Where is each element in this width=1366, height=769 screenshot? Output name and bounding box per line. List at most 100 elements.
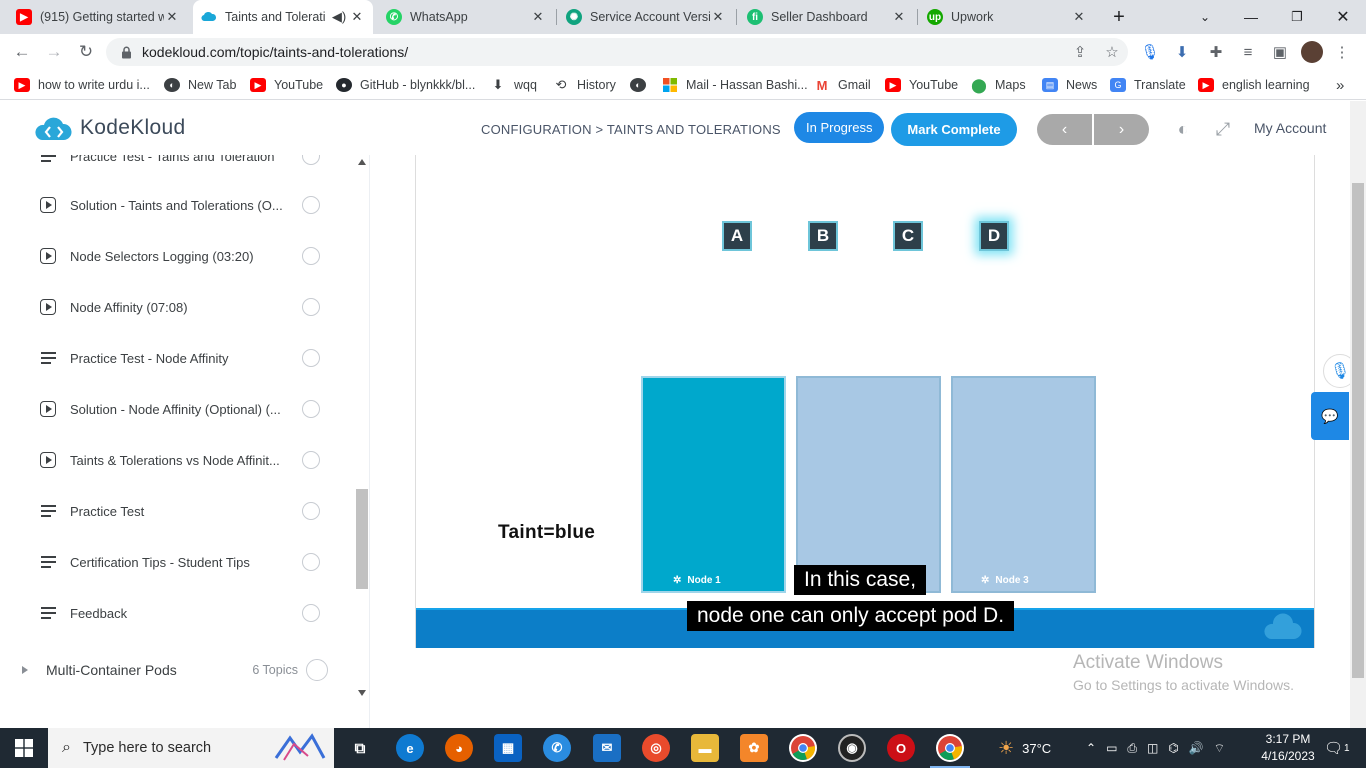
- store-icon[interactable]: ▦: [494, 734, 522, 762]
- bookmark-item[interactable]: ⟲ History: [553, 75, 616, 95]
- share-icon[interactable]: ⇪: [1068, 38, 1092, 66]
- close-window-button[interactable]: ✕: [1320, 0, 1366, 34]
- completion-circle[interactable]: [302, 196, 320, 214]
- notification-center-icon[interactable]: 🗨 1: [1324, 728, 1350, 768]
- camera-app-icon[interactable]: ◉: [838, 734, 866, 762]
- phone-app-icon[interactable]: ✆: [543, 734, 571, 762]
- side-panel-icon[interactable]: ▣: [1268, 38, 1292, 66]
- back-button[interactable]: ←: [8, 38, 36, 66]
- bookmark-item[interactable]: ▶ how to write urdu i...: [14, 75, 150, 95]
- sidebar-scrollbar[interactable]: [355, 155, 369, 728]
- file-explorer-icon[interactable]: ▬: [691, 734, 719, 762]
- completion-circle[interactable]: [302, 155, 320, 165]
- module-multi-container-pods[interactable]: Multi-Container Pods 6 Topics: [18, 653, 328, 687]
- bookmark-item[interactable]: ▤ News: [1042, 75, 1097, 95]
- lesson-item[interactable]: Node Selectors Logging (03:20): [38, 241, 328, 271]
- mic-extension-icon[interactable]: 🎙: [1138, 38, 1162, 66]
- lesson-item[interactable]: Practice Test - Node Affinity: [38, 343, 328, 373]
- tab-whatsapp[interactable]: ✆ WhatsApp ✕: [378, 0, 554, 34]
- bookmark-item[interactable]: ⬤ Maps: [971, 75, 1025, 95]
- lesson-item[interactable]: Practice Test - Taints and Toleration: [38, 155, 328, 171]
- chrome-icon[interactable]: [789, 734, 817, 762]
- close-icon[interactable]: ✕: [349, 9, 365, 25]
- completion-circle[interactable]: [306, 659, 328, 681]
- taskbar-clock[interactable]: 3:17 PM 4/16/2023: [1258, 731, 1318, 765]
- close-icon[interactable]: ✕: [891, 9, 907, 25]
- close-icon[interactable]: ✕: [530, 9, 546, 25]
- restore-button[interactable]: ❐: [1274, 0, 1320, 34]
- minimize-button[interactable]: —: [1228, 0, 1274, 34]
- scrollbar-thumb[interactable]: [356, 489, 368, 589]
- weather-widget[interactable]: ☀ 37°C: [998, 728, 1051, 768]
- completion-circle[interactable]: [302, 451, 320, 469]
- completion-circle[interactable]: [302, 553, 320, 571]
- download-extension-icon[interactable]: ⬇: [1170, 38, 1194, 66]
- tab-youtube[interactable]: ▶ (915) Getting started w ✕: [8, 0, 188, 34]
- bookmark-item[interactable]: ▶ YouTube: [250, 75, 323, 95]
- mail-icon[interactable]: ✉: [593, 734, 621, 762]
- tab-search-icon[interactable]: ⌄: [1182, 0, 1228, 34]
- chat-icon[interactable]: 💬: [1311, 392, 1349, 440]
- my-account-link[interactable]: My Account: [1254, 120, 1326, 136]
- bookmark-item[interactable]: ▶ YouTube: [885, 75, 958, 95]
- reload-button[interactable]: ↻: [72, 38, 100, 66]
- previous-lesson-button[interactable]: ‹: [1037, 114, 1092, 145]
- scrollbar-thumb[interactable]: [1352, 183, 1364, 678]
- bookmark-star-icon[interactable]: ☆: [1100, 38, 1124, 66]
- reading-list-icon[interactable]: ≡: [1236, 38, 1260, 66]
- bookmark-item[interactable]: Mail - Hassan Bashi...: [662, 75, 808, 95]
- chrome-active-icon[interactable]: [936, 734, 964, 762]
- completion-circle[interactable]: [302, 349, 320, 367]
- tab-service-account[interactable]: ✺ Service Account Versic ✕: [558, 0, 734, 34]
- volume-icon[interactable]: 🔊: [1189, 741, 1204, 755]
- bookmark-item[interactable]: ● GitHub - blynkkk/bl...: [336, 75, 475, 95]
- firefox-icon[interactable]: ◕: [445, 734, 473, 762]
- completion-circle[interactable]: [302, 604, 320, 622]
- lesson-item[interactable]: Practice Test: [38, 496, 328, 526]
- next-lesson-button[interactable]: ›: [1094, 114, 1149, 145]
- forward-button[interactable]: →: [40, 38, 68, 66]
- lesson-item[interactable]: Feedback: [38, 598, 328, 628]
- wifi-tray-icon[interactable]: ⌬: [1168, 741, 1178, 755]
- page-scrollbar[interactable]: [1350, 101, 1366, 728]
- lesson-item[interactable]: Solution - Node Affinity (Optional) (...: [38, 394, 328, 424]
- tab-seller-dashboard[interactable]: fi Seller Dashboard ✕: [739, 0, 915, 34]
- video-player[interactable]: A B C D ✲ Node 1 ✲ Node 3 Taint=blue In th…: [415, 155, 1315, 648]
- close-icon[interactable]: ✕: [1071, 9, 1087, 25]
- bookmarks-overflow-icon[interactable]: »: [1336, 75, 1344, 95]
- lesson-item[interactable]: Certification Tips - Student Tips: [38, 547, 328, 577]
- fullscreen-icon[interactable]: ⤢: [1210, 116, 1236, 142]
- task-view-icon[interactable]: ⧉: [346, 734, 374, 762]
- mute-icon[interactable]: ◀): [329, 9, 349, 25]
- bookmark-item[interactable]: ◐: [630, 75, 654, 95]
- extensions-icon[interactable]: ✚: [1204, 38, 1228, 66]
- tab-upwork[interactable]: up Upwork ✕: [919, 0, 1095, 34]
- lock-icon[interactable]: [118, 44, 134, 60]
- battery-icon[interactable]: ▭: [1106, 741, 1117, 755]
- completion-circle[interactable]: [302, 298, 320, 316]
- wifi-icon[interactable]: ⌔: [1214, 741, 1225, 756]
- completion-circle[interactable]: [302, 400, 320, 418]
- close-icon[interactable]: ✕: [164, 9, 180, 25]
- new-tab-button[interactable]: +: [1096, 0, 1142, 34]
- app-shell-icon[interactable]: ◎: [642, 734, 670, 762]
- omnibox[interactable]: kodekloud.com/topic/taints-and-toleratio…: [106, 38, 1128, 66]
- windows-start-button[interactable]: [0, 728, 48, 768]
- lesson-item[interactable]: Node Affinity (07:08): [38, 292, 328, 322]
- close-icon[interactable]: ✕: [710, 9, 726, 25]
- profile-avatar[interactable]: [1300, 38, 1324, 66]
- mark-complete-button[interactable]: Mark Complete: [891, 113, 1017, 146]
- bookmark-item[interactable]: G Translate: [1110, 75, 1186, 95]
- lesson-item[interactable]: Taints & Tolerations vs Node Affinit...: [38, 445, 328, 475]
- network-device-icon[interactable]: ⎙: [1127, 741, 1137, 756]
- settings-app-icon[interactable]: ✿: [740, 734, 768, 762]
- scroll-up-arrow-icon[interactable]: [358, 159, 366, 165]
- opera-icon[interactable]: O: [887, 734, 915, 762]
- taskbar-search-box[interactable]: ⌕ Type here to search: [48, 728, 334, 768]
- bookmark-item[interactable]: ◐ New Tab: [164, 75, 236, 95]
- lesson-item[interactable]: Solution - Taints and Tolerations (O...: [38, 190, 328, 220]
- bookmark-item[interactable]: ▶ english learning: [1198, 75, 1310, 95]
- show-hidden-icons-icon[interactable]: ⌃: [1086, 741, 1096, 755]
- completion-circle[interactable]: [302, 502, 320, 520]
- bookmark-item[interactable]: ⬇ wqq: [490, 75, 537, 95]
